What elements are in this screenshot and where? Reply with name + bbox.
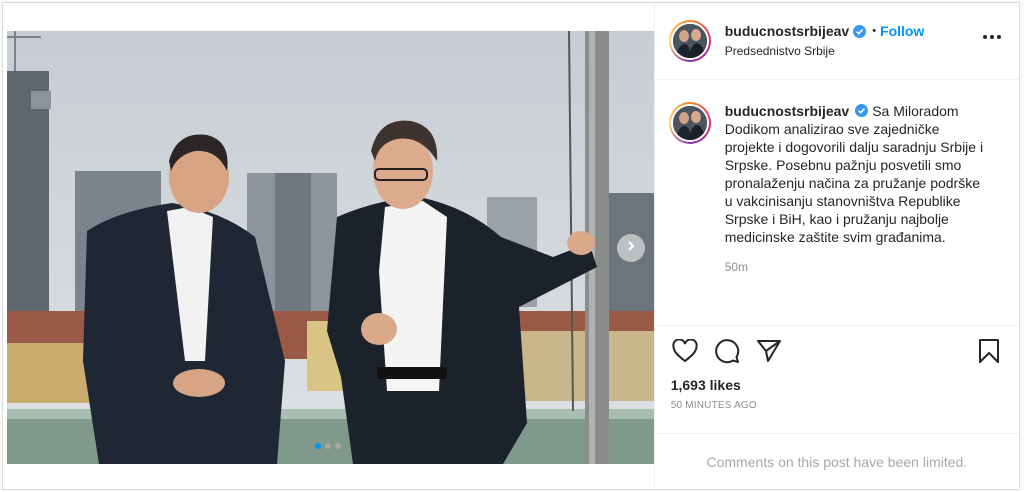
heart-icon[interactable] bbox=[671, 337, 699, 365]
avatar[interactable] bbox=[668, 20, 711, 62]
bookmark-icon[interactable] bbox=[975, 337, 1003, 365]
likes-count[interactable]: 1,693 likes bbox=[655, 376, 1019, 394]
action-bar bbox=[655, 326, 1019, 376]
share-icon[interactable] bbox=[755, 337, 783, 365]
post-photo[interactable] bbox=[7, 31, 654, 464]
verified-badge-icon bbox=[855, 104, 869, 117]
avatar-image bbox=[672, 106, 707, 140]
chevron-right-icon bbox=[625, 239, 637, 257]
follow-button[interactable]: Follow bbox=[880, 22, 924, 40]
avatar[interactable] bbox=[668, 102, 711, 144]
username[interactable]: buducnostsrbijeav bbox=[725, 22, 849, 40]
post-side-panel: buducnostsrbijeav • Follow Predsednistvo… bbox=[653, 3, 1019, 489]
carousel-indicator bbox=[3, 443, 654, 449]
location-link[interactable]: Predsednistvo Srbije bbox=[725, 42, 925, 60]
comment-icon[interactable] bbox=[713, 337, 741, 365]
caption-section: buducnostsrbijeav Sa Miloradom Dodikom an… bbox=[654, 80, 1019, 326]
carousel-dot bbox=[315, 443, 322, 449]
carousel-dot bbox=[335, 443, 342, 449]
photo-image bbox=[7, 31, 654, 464]
more-options-icon[interactable] bbox=[983, 35, 1001, 39]
caption: buducnostsrbijeav Sa Miloradom Dodikom an… bbox=[725, 102, 985, 246]
separator-dot: • bbox=[872, 25, 877, 37]
caption-time[interactable]: 50m bbox=[725, 260, 985, 274]
post-timestamp[interactable]: 50 MINUTES AGO bbox=[655, 394, 1019, 411]
post-media bbox=[3, 3, 654, 489]
caption-text: Sa Miloradom Dodikom analizirao sve zaje… bbox=[724, 103, 984, 245]
comments-limited-notice: Comments on this post have been limited. bbox=[654, 433, 1019, 489]
caption-username[interactable]: buducnostsrbijeav bbox=[725, 103, 849, 119]
avatar-image bbox=[672, 24, 707, 58]
carousel-dot bbox=[325, 443, 332, 449]
post-header: buducnostsrbijeav • Follow Predsednistvo… bbox=[654, 3, 1019, 80]
verified-badge-icon bbox=[853, 24, 867, 38]
carousel-next-button[interactable] bbox=[617, 234, 645, 262]
post-container: buducnostsrbijeav • Follow Predsednistvo… bbox=[2, 2, 1020, 490]
